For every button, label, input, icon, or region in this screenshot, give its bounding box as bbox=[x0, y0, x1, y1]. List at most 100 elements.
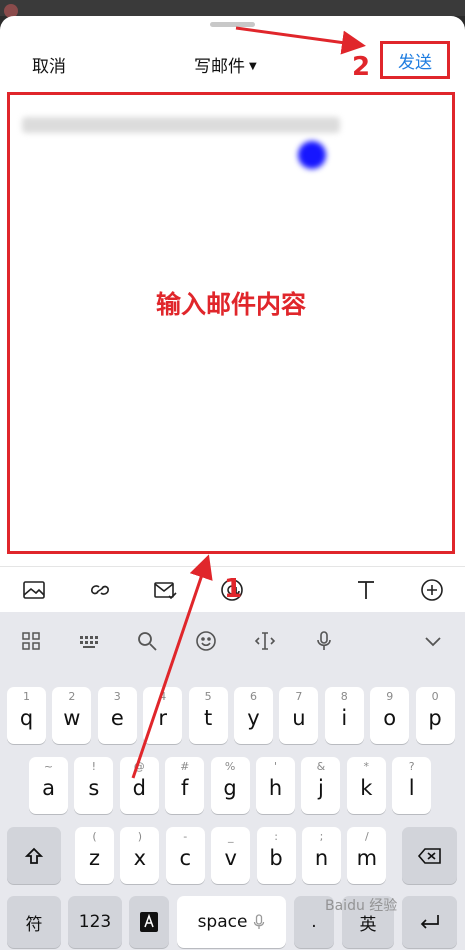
enter-icon bbox=[402, 896, 457, 948]
shift-key[interactable] bbox=[7, 827, 61, 884]
image-icon[interactable] bbox=[20, 576, 48, 604]
key-hint: ? bbox=[408, 760, 415, 773]
mail-body-editor[interactable]: 输入邮件内容 bbox=[7, 92, 455, 554]
key-hint: / bbox=[365, 830, 369, 843]
key-i[interactable]: 8i bbox=[324, 687, 364, 744]
backspace-key[interactable] bbox=[402, 827, 457, 884]
space-key-content: space bbox=[177, 896, 286, 948]
key-char: u bbox=[292, 706, 306, 730]
mic-icon[interactable] bbox=[311, 628, 337, 654]
shift-icon bbox=[7, 827, 61, 884]
key-hint: 3 bbox=[113, 690, 121, 703]
watermark: Baidu 经验 bbox=[325, 898, 398, 914]
key-char: t bbox=[203, 706, 213, 730]
key-g[interactable]: % g bbox=[210, 757, 250, 814]
symbols-key[interactable]: 符 bbox=[7, 896, 61, 948]
key-k[interactable]: * k bbox=[346, 757, 386, 814]
key-char: m bbox=[356, 846, 378, 870]
key-hint: - bbox=[183, 830, 188, 843]
key-char: k bbox=[360, 776, 373, 800]
numbers-label: 123 bbox=[78, 912, 112, 932]
key-f[interactable]: # f bbox=[165, 757, 205, 814]
key-x[interactable]: ) x bbox=[120, 827, 160, 884]
key-j[interactable]: & j bbox=[301, 757, 341, 814]
key-h[interactable]: ' h bbox=[256, 757, 295, 814]
key-hint: 0 bbox=[431, 690, 439, 703]
key-hint: 1 bbox=[23, 690, 30, 703]
key-hint: ! bbox=[91, 760, 97, 773]
letter-a-icon bbox=[129, 896, 169, 948]
send-button[interactable]: 发送 bbox=[380, 41, 450, 79]
key-t[interactable]: 5t bbox=[188, 687, 228, 744]
key-q[interactable]: 1q bbox=[7, 687, 46, 744]
cancel-button[interactable]: 取消 bbox=[32, 52, 66, 77]
key-n[interactable]: ; n bbox=[302, 827, 341, 884]
key-d[interactable]: @ d bbox=[119, 757, 159, 814]
key-hint: ; bbox=[319, 830, 324, 843]
key-char: n bbox=[314, 846, 329, 870]
key-a[interactable]: ~ a bbox=[29, 757, 68, 814]
key-hint: 8 bbox=[340, 690, 348, 703]
add-icon[interactable] bbox=[418, 576, 446, 604]
key-v[interactable]: _ v bbox=[211, 827, 251, 884]
key-r[interactable]: 4r bbox=[143, 687, 183, 744]
key-o[interactable]: 9o bbox=[370, 687, 410, 744]
key-hint: : bbox=[274, 830, 278, 843]
key-m[interactable]: / m bbox=[347, 827, 387, 884]
key-char: p bbox=[428, 706, 442, 730]
key-hint: ' bbox=[273, 760, 278, 773]
compose-title[interactable]: 写邮件 ▼ bbox=[194, 52, 257, 77]
key-char: b bbox=[269, 846, 283, 870]
key-s[interactable]: ! s bbox=[74, 757, 114, 814]
text-format-icon[interactable] bbox=[352, 576, 380, 604]
link-icon[interactable] bbox=[86, 576, 114, 604]
space-label: space bbox=[197, 912, 248, 932]
key-char: e bbox=[110, 706, 124, 730]
caret-down-icon: ▼ bbox=[249, 61, 257, 72]
key-b[interactable]: :b bbox=[256, 827, 296, 884]
key-char: i bbox=[341, 706, 348, 730]
symbols-label: 符 bbox=[25, 914, 43, 935]
key-hint: # bbox=[180, 760, 190, 773]
key-char: z bbox=[88, 846, 101, 870]
keyboard-toolbar bbox=[0, 612, 465, 668]
emoji-icon[interactable] bbox=[193, 628, 219, 654]
key-char: d bbox=[132, 776, 146, 800]
key-p[interactable]: 0p bbox=[415, 687, 455, 744]
key-hint: 2 bbox=[68, 690, 76, 703]
key-char: o bbox=[383, 706, 397, 730]
enter-key[interactable] bbox=[402, 896, 457, 948]
key-hint: @ bbox=[133, 760, 145, 773]
key-char: a bbox=[42, 776, 55, 800]
status-bar bbox=[0, 0, 465, 18]
key-hint: ( bbox=[92, 830, 97, 843]
key-w[interactable]: 2w bbox=[52, 687, 92, 744]
key-hint: ~ bbox=[43, 760, 54, 773]
compose-sheet: 取消 写邮件 ▼ 发送 输入邮件内容 1 q 2 w 3 e 4 r 5 t 6… bbox=[0, 16, 465, 950]
key-y[interactable]: 6y bbox=[234, 687, 273, 744]
key-u[interactable]: 7u bbox=[279, 687, 319, 744]
collapse-icon[interactable] bbox=[420, 628, 446, 654]
numbers-key[interactable]: 123 bbox=[68, 896, 122, 948]
key-char: s bbox=[88, 776, 100, 800]
keyboard-switch-key[interactable] bbox=[129, 896, 169, 948]
key-hint: * bbox=[363, 760, 370, 773]
grid-apps-icon[interactable] bbox=[18, 628, 44, 654]
blurred-dot bbox=[298, 141, 326, 169]
key-c[interactable]: -c bbox=[165, 827, 205, 884]
search-icon[interactable] bbox=[134, 628, 160, 654]
key-hint: 4 bbox=[159, 690, 167, 703]
key-hint: 5 bbox=[204, 690, 212, 703]
mail-check-icon[interactable] bbox=[151, 576, 179, 604]
step-1-marker: 1 bbox=[224, 574, 243, 604]
key-e[interactable]: 3e bbox=[97, 687, 137, 744]
key-hint: % bbox=[224, 760, 236, 773]
step-2-marker: 2 bbox=[352, 52, 371, 82]
keyboard-icon[interactable] bbox=[76, 628, 102, 654]
key-l[interactable]: ? l bbox=[392, 757, 432, 814]
space-key[interactable]: space bbox=[177, 896, 286, 948]
key-z[interactable]: (z bbox=[75, 827, 114, 884]
cursor-icon[interactable] bbox=[252, 628, 278, 654]
drag-handle[interactable] bbox=[210, 22, 255, 27]
backspace-icon bbox=[402, 827, 457, 884]
